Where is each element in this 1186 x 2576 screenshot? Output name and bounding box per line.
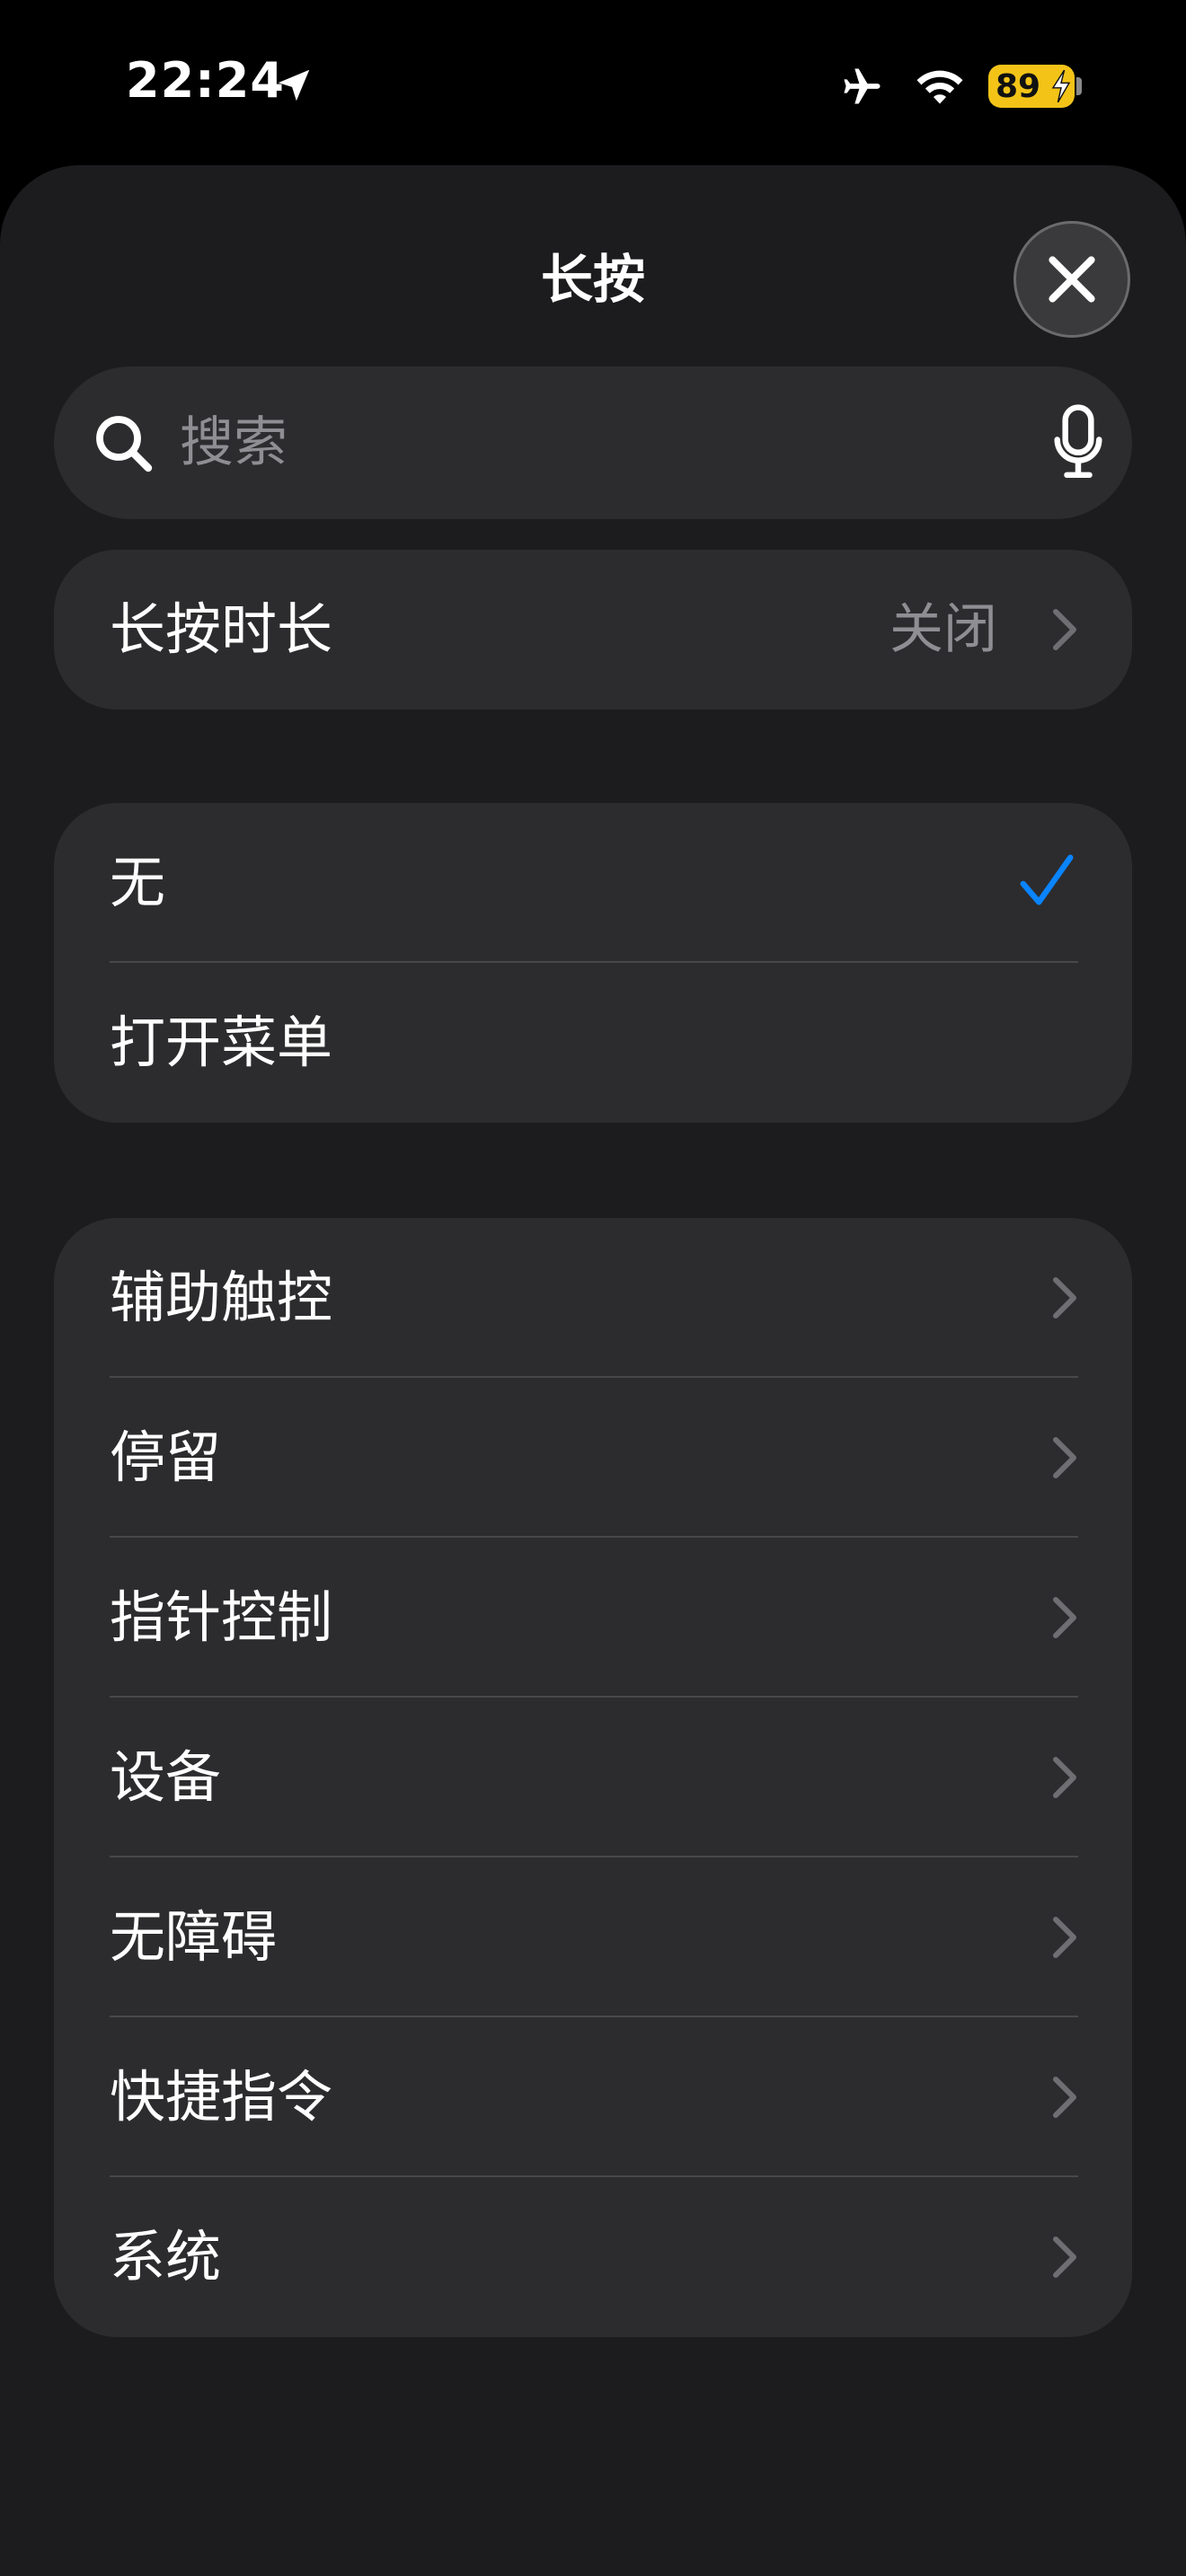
row-label: 长按时长	[110, 596, 333, 662]
category-row-shortcuts[interactable]: 快捷指令	[54, 2017, 1132, 2177]
option-row-open-menu[interactable]: 打开菜单	[54, 963, 1132, 1123]
bolt-icon	[1051, 70, 1071, 102]
categories-group: 辅助触控 停留 指针控制 设备 无障碍 快捷指令 系统	[54, 1218, 1132, 2337]
location-arrow-icon	[278, 69, 310, 101]
chevron-right-icon	[1053, 1757, 1076, 1798]
category-row-dwell[interactable]: 停留	[54, 1378, 1132, 1538]
duration-group: 长按时长 关闭	[54, 550, 1132, 710]
battery-cap	[1076, 77, 1082, 95]
airplane-icon	[844, 68, 881, 104]
chevron-right-icon	[1053, 609, 1076, 650]
battery-percent: 89	[996, 67, 1041, 105]
row-label: 打开菜单	[110, 1010, 333, 1075]
chevron-right-icon	[1053, 1597, 1076, 1638]
row-label: 无	[110, 850, 166, 915]
category-row-device[interactable]: 设备	[54, 1698, 1132, 1857]
close-icon	[1049, 256, 1095, 303]
chevron-right-icon	[1053, 2236, 1076, 2278]
search-input[interactable]	[180, 399, 988, 487]
options-group: 无 打开菜单	[54, 803, 1132, 1123]
row-label: 停留	[110, 1425, 222, 1490]
category-row-accessibility[interactable]: 无障碍	[54, 1857, 1132, 2017]
microphone-icon[interactable]	[1051, 404, 1105, 481]
long-press-duration-row[interactable]: 长按时长 关闭	[54, 550, 1132, 710]
screen: 22:24 89 长按 搜索 长按时长 关闭 无 打开菜单 辅助触控 停留 指针…	[0, 0, 1186, 2576]
modal-sheet: 长按 长按时长 关闭	[0, 165, 1186, 2576]
wifi-icon	[916, 70, 963, 104]
row-label: 系统	[110, 2224, 222, 2289]
close-button[interactable]	[1013, 221, 1130, 338]
row-value: 关闭	[890, 598, 997, 661]
search-bar[interactable]	[54, 366, 1132, 519]
chevron-right-icon	[1053, 1437, 1076, 1478]
chevron-right-icon	[1053, 1917, 1076, 1958]
search-icon	[96, 416, 153, 472]
row-label: 指针控制	[110, 1584, 333, 1650]
row-label: 辅助触控	[110, 1265, 333, 1330]
chevron-right-icon	[1053, 1277, 1076, 1319]
row-label: 快捷指令	[110, 2064, 333, 2130]
status-time: 22:24	[126, 52, 285, 109]
row-label: 无障碍	[110, 1904, 278, 1970]
category-row-system[interactable]: 系统	[54, 2177, 1132, 2337]
sheet-title: 长按	[540, 249, 645, 310]
status-bar: 22:24 89	[0, 0, 1186, 162]
checkmark-icon	[1020, 854, 1074, 905]
chevron-right-icon	[1053, 2077, 1076, 2118]
battery-charging-icon: 89	[988, 65, 1075, 108]
category-row-pointer-control[interactable]: 指针控制	[54, 1538, 1132, 1698]
row-label: 设备	[110, 1744, 222, 1810]
category-row-assistivetouch[interactable]: 辅助触控	[54, 1218, 1132, 1378]
option-row-none[interactable]: 无	[54, 803, 1132, 963]
